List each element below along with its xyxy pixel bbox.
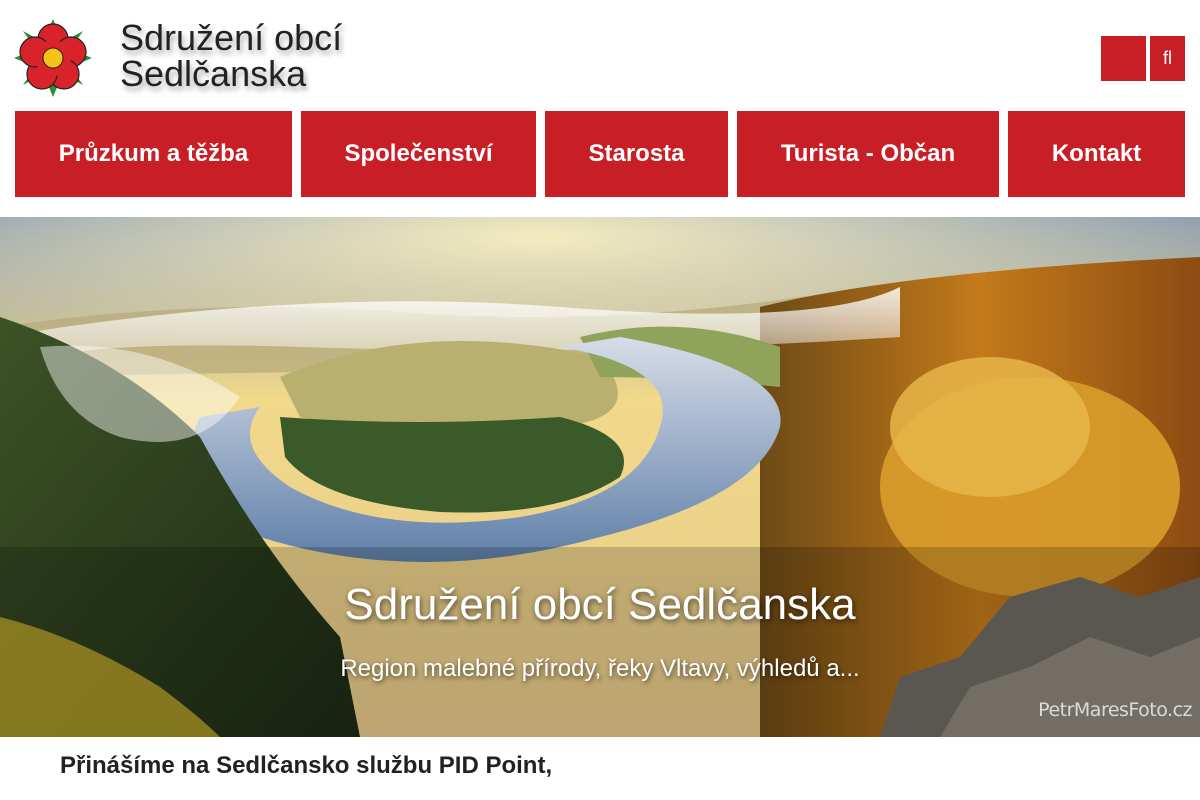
user-button[interactable]	[1101, 36, 1146, 81]
hero-banner[interactable]: Sdružení obcí Sedlčanska Region malebné …	[0, 217, 1200, 737]
nav-item-spolecenstvi[interactable]: Společenství	[301, 111, 536, 197]
nav-item-label: Kontakt	[1051, 140, 1142, 167]
nav-item-label: Společenství	[344, 140, 493, 167]
nav-item-pruzkum[interactable]: Průzkum a těžba	[15, 111, 292, 197]
hero-title: Sdružení obcí Sedlčanska	[344, 580, 856, 629]
site-title[interactable]: Sdružení obcí Sedlčanska	[120, 20, 342, 92]
main-nav: Průzkum a těžba Společenství Starosta Tu…	[0, 111, 1200, 197]
site-title-line1: Sdružení obcí	[120, 17, 343, 58]
nav-item-label: Turista - Občan	[780, 140, 956, 167]
site-title-line2: Sedlčanska	[120, 53, 307, 94]
site-header: Sdružení obcí Sedlčanska fl	[0, 0, 1200, 111]
nav-item-turista-obcan[interactable]: Turista - Občan	[737, 111, 999, 197]
rose-coat-of-arms-icon[interactable]	[14, 19, 92, 97]
nav-item-label: Starosta	[588, 140, 685, 167]
search-icon: fl	[1163, 48, 1172, 68]
news-headline-link[interactable]: Přinášíme na Sedlčansko službu PID Point…	[60, 752, 552, 780]
photo-watermark: PetrMaresFoto.cz	[1038, 699, 1192, 721]
nav-item-label: Průzkum a těžba	[58, 140, 249, 167]
hero-subtitle: Region malebné přírody, řeky Vltavy, výh…	[340, 655, 860, 682]
nav-item-starosta[interactable]: Starosta	[545, 111, 728, 197]
search-button[interactable]: fl	[1150, 36, 1185, 81]
nav-item-kontakt[interactable]: Kontakt	[1008, 111, 1185, 197]
